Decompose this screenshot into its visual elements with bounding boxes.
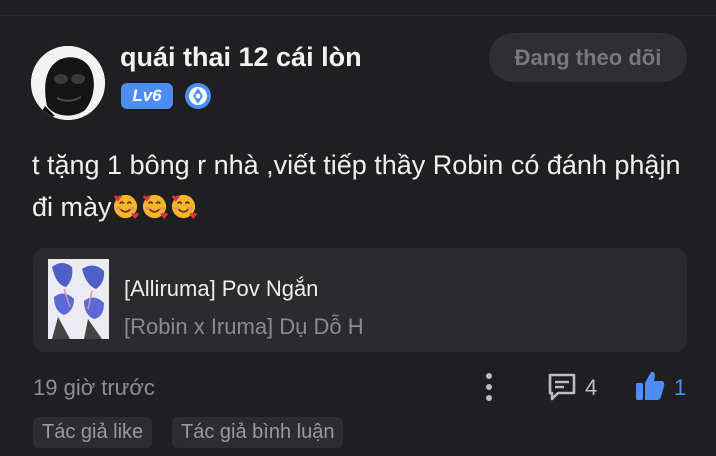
emoji-group [112, 192, 199, 222]
rank-icon [185, 83, 211, 109]
emoji-heart-face [171, 194, 197, 220]
like-count: 1 [674, 375, 687, 400]
top-divider [0, 15, 716, 16]
story-title: [Alliruma] Pov Ngắn [124, 276, 319, 301]
story-card[interactable]: [Alliruma] Pov Ngắn [Robin x Iruma] Dụ D… [33, 248, 687, 352]
comment-count: 4 [585, 375, 598, 400]
timestamp: 19 giờ trước [33, 375, 155, 400]
author-replied-tag: Tác giả bình luận [172, 417, 344, 448]
avatar[interactable] [31, 46, 105, 120]
username[interactable]: quái thai 12 cái lòn [120, 42, 362, 73]
story-thumbnail [48, 259, 109, 339]
comment-icon[interactable] [546, 371, 578, 403]
following-button[interactable]: Đang theo dõi [489, 33, 687, 82]
level-badge: Lv6 [121, 83, 173, 109]
emoji-heart-face [142, 194, 168, 220]
more-vertical-icon[interactable] [479, 371, 499, 403]
thumbs-up-icon[interactable] [633, 369, 667, 403]
author-liked-tag: Tác giả like [33, 417, 153, 448]
emoji-heart-face [113, 194, 139, 220]
story-subtitle: [Robin x Iruma] Dụ Dỗ H [124, 314, 364, 339]
comment-body: t tặng 1 bông r nhà ,viết tiếp thầy Robi… [32, 144, 682, 228]
